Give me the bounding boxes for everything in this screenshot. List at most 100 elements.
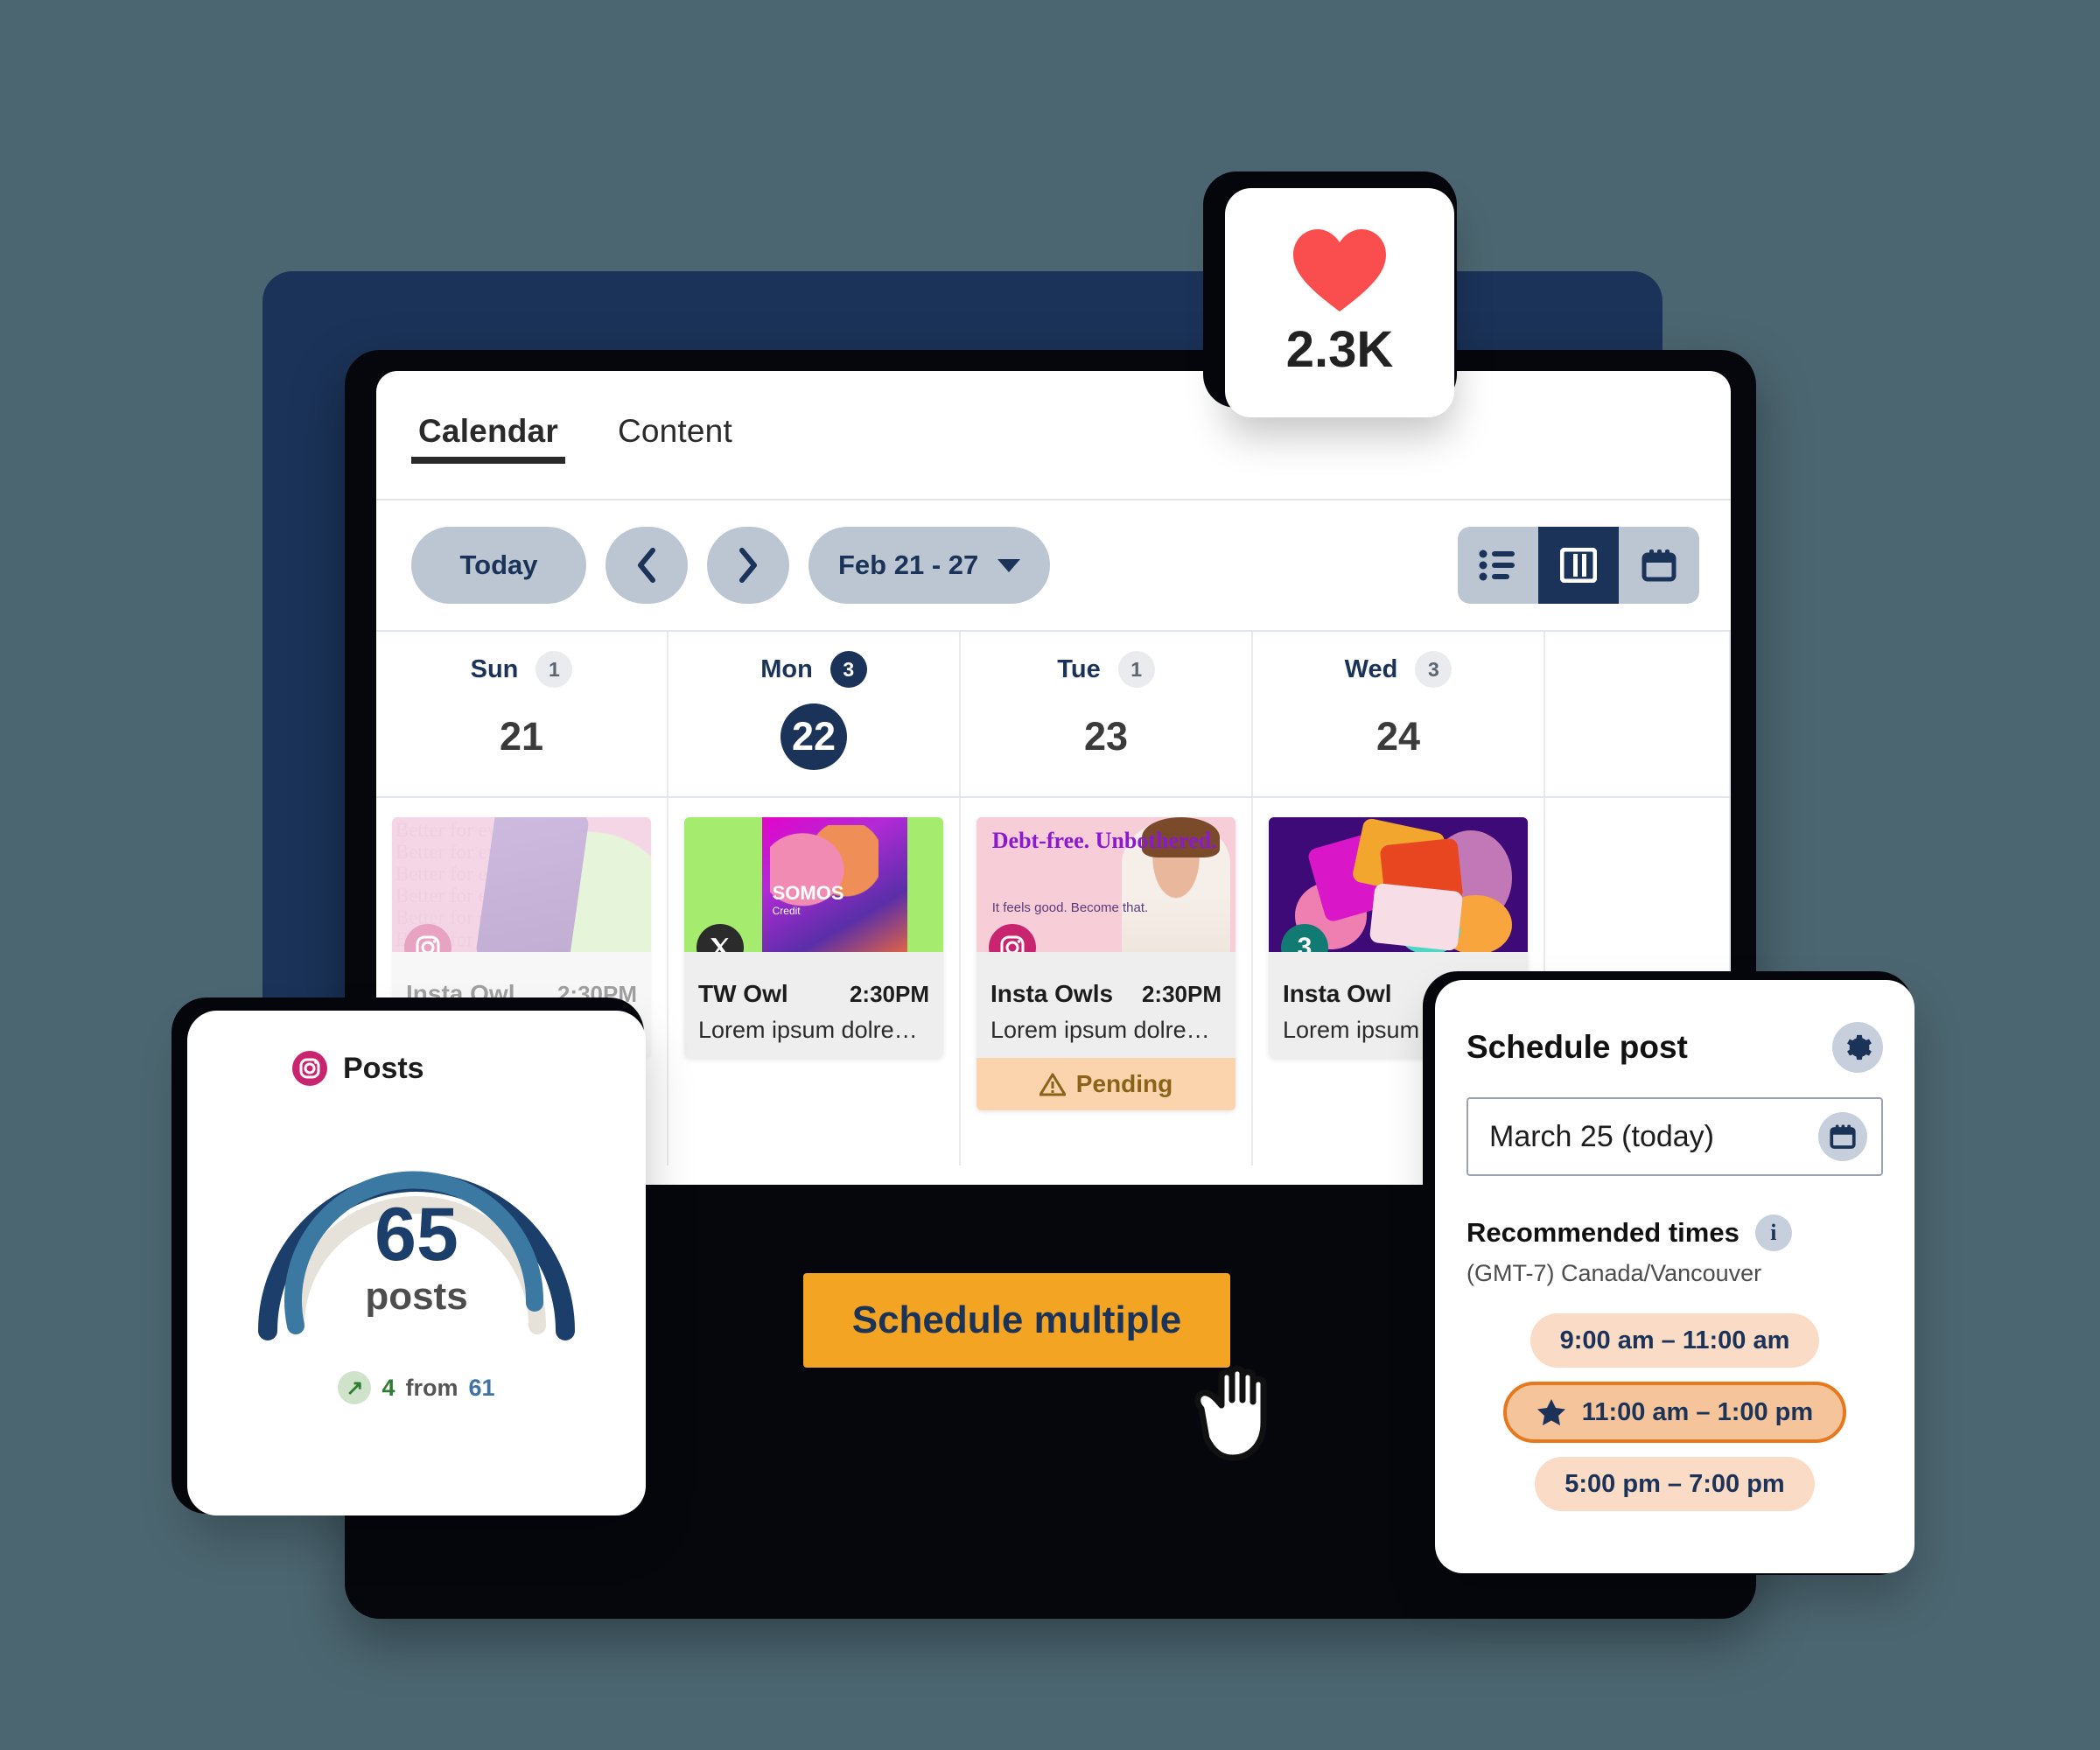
- time-slot-label: 11:00 am – 1:00 pm: [1581, 1397, 1814, 1426]
- view-toggle-group: [1458, 527, 1699, 604]
- day-header-row: Sun 1 21 Mon 3 22 Tue 1 23 Wed 3 24: [376, 632, 1731, 798]
- day-name: Wed: [1344, 654, 1398, 683]
- columns-icon: [1560, 548, 1597, 583]
- trend-delta: 4: [382, 1374, 396, 1401]
- view-toggle-month[interactable]: [1619, 527, 1699, 604]
- post-excerpt: Lorem ipsum dolre…: [698, 1017, 918, 1043]
- calendar-toolbar: Today Feb 21 - 27: [376, 500, 1731, 632]
- post-card-body: Insta Owls 2:30PM Lorem ipsum dolre…: [976, 952, 1236, 1058]
- star-icon: [1536, 1399, 1565, 1425]
- thumbnail-subline: It feels good. Become that.: [991, 900, 1149, 916]
- status-badge: Pending: [976, 1058, 1236, 1110]
- time-slot-label: 5:00 pm – 7:00 pm: [1564, 1469, 1785, 1498]
- day-post-count-badge: 3: [830, 651, 867, 688]
- day-name: Sun: [470, 654, 519, 683]
- view-toggle-columns[interactable]: [1538, 527, 1619, 604]
- post-account: Insta Owls: [990, 980, 1114, 1007]
- info-icon[interactable]: i: [1754, 1214, 1792, 1251]
- recommended-times-label: Recommended times: [1466, 1217, 1740, 1248]
- calendar-icon: [1642, 550, 1676, 582]
- day-header-empty: [1545, 632, 1731, 796]
- trend-previous: 61: [468, 1374, 495, 1401]
- schedule-date-field[interactable]: March 25 (today): [1466, 1097, 1883, 1176]
- panel-title: Schedule post: [1466, 1029, 1688, 1065]
- posts-gauge-value: 65: [374, 1193, 458, 1277]
- day-header-tue[interactable]: Tue 1 23: [961, 632, 1253, 796]
- date-range-selector[interactable]: Feb 21 - 27: [808, 527, 1051, 604]
- likes-count: 2.3K: [1285, 320, 1394, 378]
- thumbnail-brand: SOMOS Credit: [772, 881, 844, 917]
- trend-word: from: [405, 1374, 458, 1401]
- status-label: Pending: [1075, 1070, 1173, 1097]
- day-name-row: Sun 1: [471, 651, 573, 688]
- settings-button[interactable]: [1832, 1022, 1883, 1073]
- day-header-mon[interactable]: Mon 3 22: [668, 632, 961, 796]
- day-name-row: Tue 1: [1057, 651, 1155, 688]
- thumbnail-phone: [474, 817, 590, 952]
- schedule-date-value: March 25 (today): [1489, 1119, 1714, 1153]
- day-number: 22: [780, 704, 847, 770]
- day-header-sun[interactable]: Sun 1 21: [376, 632, 668, 796]
- posts-widget-header: Posts: [187, 1051, 646, 1086]
- post-thumbnail: 3: [1269, 817, 1528, 952]
- thumbnail-credit-card: [1369, 883, 1464, 951]
- post-meta-row: TW Owl 2:30PM: [698, 980, 929, 1008]
- list-icon: [1479, 550, 1515, 581]
- recommended-time-slots: 9:00 am – 11:00 am 11:00 am – 1:00 pm 5:…: [1466, 1313, 1883, 1511]
- timezone-label: (GMT-7) Canada/Vancouver: [1466, 1260, 1762, 1286]
- day-number: 23: [1083, 714, 1129, 759]
- today-button[interactable]: Today: [411, 527, 586, 604]
- calendar-icon: [1830, 1124, 1856, 1149]
- chevron-right-icon: [739, 548, 757, 583]
- likes-badge: 2.3K: [1225, 188, 1454, 417]
- post-thumbnail: SOMOS Credit: [684, 817, 943, 952]
- time-slot-option-selected[interactable]: 11:00 am – 1:00 pm: [1502, 1382, 1847, 1443]
- post-card[interactable]: SOMOS Credit TW Owl 2:30PM Lorem ipsum do…: [684, 817, 943, 1058]
- day-name: Tue: [1057, 654, 1101, 683]
- day-name-row: Wed 3: [1345, 651, 1452, 688]
- date-picker-button[interactable]: [1818, 1112, 1867, 1161]
- schedule-post-panel: Schedule post March 25 (today) Recommend…: [1435, 980, 1914, 1573]
- day-header-wed[interactable]: Wed 3 24: [1253, 632, 1545, 796]
- time-slot-option[interactable]: 9:00 am – 11:00 am: [1530, 1313, 1820, 1368]
- post-account: Insta Owl: [1283, 980, 1392, 1007]
- posts-gauge: 65 posts: [233, 1096, 600, 1359]
- day-column-mon: SOMOS Credit TW Owl 2:30PM Lorem ipsum do…: [668, 798, 961, 1166]
- post-thumbnail: Debt-free. Unbothered. It feels good. Be…: [976, 817, 1236, 952]
- next-week-button[interactable]: [707, 527, 789, 604]
- arrow-up-right-icon: ↗: [338, 1371, 372, 1404]
- day-post-count-badge: 1: [536, 651, 573, 688]
- schedule-multiple-button[interactable]: Schedule multiple: [803, 1273, 1230, 1368]
- posts-widget: Posts 65 posts ↗ 4 from 61: [187, 1011, 646, 1516]
- posts-gauge-unit: posts: [365, 1274, 468, 1318]
- view-toggle-list[interactable]: [1458, 527, 1538, 604]
- post-card-body: TW Owl 2:30PM Lorem ipsum dolre…: [684, 952, 943, 1058]
- post-meta-row: Insta Owls 2:30PM: [990, 980, 1222, 1008]
- heart-icon: [1293, 228, 1386, 312]
- posts-gauge-value-group: 65 posts: [233, 1193, 600, 1319]
- time-slot-option[interactable]: 5:00 pm – 7:00 pm: [1535, 1457, 1815, 1511]
- day-column-tue: Debt-free. Unbothered. It feels good. Be…: [961, 798, 1253, 1166]
- post-time: 2:30PM: [849, 981, 929, 1007]
- post-thumbnail: Better for everyone Better for everyone Be…: [392, 817, 651, 952]
- gear-icon: [1847, 1034, 1872, 1060]
- chevron-down-icon: [998, 558, 1021, 572]
- chevron-left-icon: [638, 548, 655, 583]
- instagram-icon: [292, 1051, 327, 1086]
- post-time: 2:30PM: [1141, 981, 1222, 1007]
- post-card[interactable]: Debt-free. Unbothered. It feels good. Be…: [976, 817, 1236, 1110]
- day-name: Mon: [760, 654, 813, 683]
- schedule-panel-header: Schedule post: [1466, 1022, 1883, 1073]
- day-post-count-badge: 3: [1415, 651, 1452, 688]
- tab-calendar[interactable]: Calendar: [411, 413, 565, 464]
- date-range-label: Feb 21 - 27: [838, 550, 979, 580]
- posts-widget-title: Posts: [343, 1051, 424, 1085]
- warning-icon: [1039, 1073, 1066, 1096]
- day-post-count-badge: 1: [1117, 651, 1155, 688]
- post-count-value: 3: [1297, 933, 1312, 952]
- previous-week-button[interactable]: [606, 527, 688, 604]
- tab-content[interactable]: Content: [611, 413, 739, 464]
- posts-trend-row: ↗ 4 from 61: [187, 1371, 646, 1404]
- time-slot-label: 9:00 am – 11:00 am: [1559, 1326, 1790, 1354]
- day-number: 24: [1376, 714, 1421, 759]
